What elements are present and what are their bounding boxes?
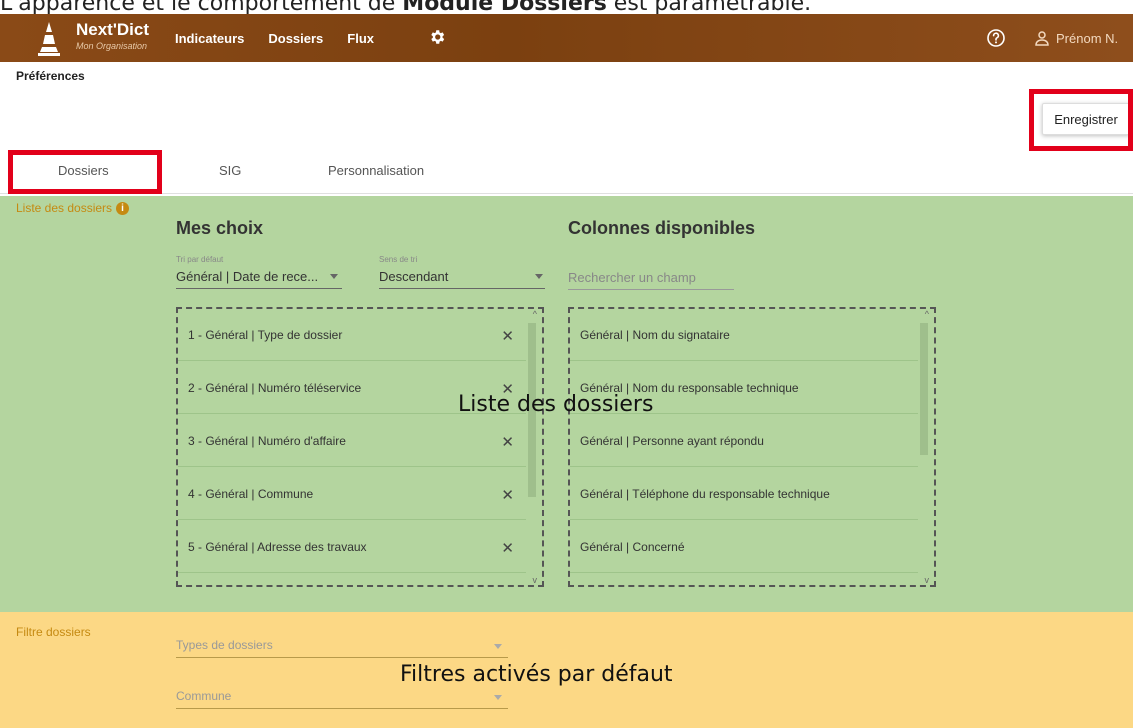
scrollbar-thumb[interactable] xyxy=(920,323,928,455)
list-item-label: 5 - Général | Adresse des travaux xyxy=(188,539,367,554)
tab-dossiers[interactable]: Dossiers xyxy=(58,163,109,178)
filter-section-annotation: Filtres activés par défaut xyxy=(400,662,673,687)
brand[interactable]: Next'Dict Mon Organisation xyxy=(76,20,149,52)
commune-filter-select[interactable]: Commune xyxy=(176,689,508,709)
list-item-label: Général | Concerné xyxy=(580,539,685,554)
document-caption: L'apparence et le comportement de Module… xyxy=(0,0,1133,14)
list-item[interactable]: 3 - Général | Numéro d'affaire ✕ xyxy=(178,415,526,467)
close-icon[interactable]: ✕ xyxy=(501,327,514,345)
field-search-input[interactable]: Rechercher un champ xyxy=(568,270,734,290)
list-item[interactable]: 4 - Général | Commune ✕ xyxy=(178,468,526,520)
list-item[interactable]: Général | Personne ayant répondu xyxy=(570,415,918,467)
list-item[interactable]: 1 - Général | Type de dossier ✕ xyxy=(178,309,526,361)
list-item[interactable]: Général | Téléphone du responsable techn… xyxy=(570,468,918,520)
close-icon[interactable]: ✕ xyxy=(501,486,514,504)
user-icon xyxy=(1035,31,1049,46)
list-item-label: Général | Nom du signataire xyxy=(580,327,730,342)
sort-direction-label: Sens de tri xyxy=(379,255,418,264)
main-nav: Indicateurs Dossiers Flux xyxy=(175,14,398,62)
caption-prefix: L'apparence et le comportement de xyxy=(0,0,403,14)
sort-direction-value: Descendant xyxy=(379,269,449,284)
caption-bold: Module Dossiers xyxy=(402,0,607,14)
list-item-label: 2 - Général | Numéro téléservice xyxy=(188,380,362,395)
selected-columns-list[interactable]: 1 - Général | Type de dossier ✕ 2 - Géné… xyxy=(176,307,544,587)
list-item-label: Général | Téléphone du responsable techn… xyxy=(580,486,830,501)
nav-flux[interactable]: Flux xyxy=(347,31,374,46)
logo-cone-icon[interactable] xyxy=(36,20,62,56)
sort-select[interactable]: Général | Date de rece... xyxy=(176,269,342,289)
gear-icon[interactable] xyxy=(428,28,446,46)
sort-direction-select[interactable]: Descendant xyxy=(379,269,545,289)
list-section-label-text: Liste des dossiers xyxy=(16,201,113,215)
list-item-label: 3 - Général | Numéro d'affaire xyxy=(188,433,346,448)
page-title: Préférences xyxy=(16,69,85,83)
preferences-tabs: Dossiers SIG Personnalisation xyxy=(0,150,1133,194)
mes-choix-heading: Mes choix xyxy=(176,218,264,238)
list-item-label: 4 - Général | Commune xyxy=(188,486,314,501)
commune-filter-placeholder: Commune xyxy=(176,689,232,703)
brand-name: Next'Dict xyxy=(76,20,150,39)
save-button[interactable]: Enregistrer xyxy=(1042,103,1130,135)
dossier-type-filter-placeholder: Types de dossiers xyxy=(176,638,273,652)
available-columns-heading: Colonnes disponibles xyxy=(568,218,756,238)
user-menu[interactable]: Prénom N. xyxy=(1034,14,1118,62)
organisation-name: Mon Organisation xyxy=(76,41,148,51)
user-name: Prénom N. xyxy=(1056,30,1119,46)
tab-sig[interactable]: SIG xyxy=(219,163,241,178)
help-circle-icon[interactable] xyxy=(986,28,1006,48)
dossier-type-filter-select[interactable]: Types de dossiers xyxy=(176,638,508,658)
scroll-up-icon[interactable]: ^ xyxy=(533,309,537,319)
chevron-down-icon xyxy=(494,695,502,700)
close-icon[interactable]: ✕ xyxy=(501,433,514,451)
info-icon[interactable]: i xyxy=(116,201,130,215)
scroll-down-icon[interactable]: v xyxy=(533,575,538,585)
available-columns-list[interactable]: Général | Nom du signataire Général | No… xyxy=(568,307,936,587)
scroll-up-icon[interactable]: ^ xyxy=(925,309,929,319)
scroll-down-icon[interactable]: v xyxy=(925,575,930,585)
field-search-placeholder: Rechercher un champ xyxy=(568,270,696,285)
list-item[interactable]: 5 - Général | Adresse des travaux ✕ xyxy=(178,521,526,573)
nav-dossiers[interactable]: Dossiers xyxy=(268,31,323,46)
filter-section-label: Filtre dossiers xyxy=(16,625,91,639)
close-icon[interactable]: ✕ xyxy=(501,539,514,557)
top-navigation-bar: Next'Dict Mon Organisation Indicateurs D… xyxy=(0,14,1133,62)
list-item-label: 1 - Général | Type de dossier xyxy=(188,327,343,342)
chevron-down-icon xyxy=(494,644,502,649)
caption-suffix: est paramétrable. xyxy=(606,0,812,14)
tab-personnalisation[interactable]: Personnalisation xyxy=(328,163,424,178)
nav-indicateurs[interactable]: Indicateurs xyxy=(175,31,244,46)
list-item[interactable]: Général | Concerné xyxy=(570,521,918,573)
chevron-down-icon xyxy=(535,274,543,279)
sort-label: Tri par défaut xyxy=(176,255,224,264)
list-item[interactable]: Général | Nom du signataire xyxy=(570,309,918,361)
sort-select-value: Général | Date de rece... xyxy=(176,269,319,284)
list-section-label: Liste des dossiers i xyxy=(16,201,130,215)
list-section-annotation: Liste des dossiers xyxy=(458,392,654,417)
list-item-label: Général | Personne ayant répondu xyxy=(580,433,764,448)
chevron-down-icon xyxy=(330,274,338,279)
